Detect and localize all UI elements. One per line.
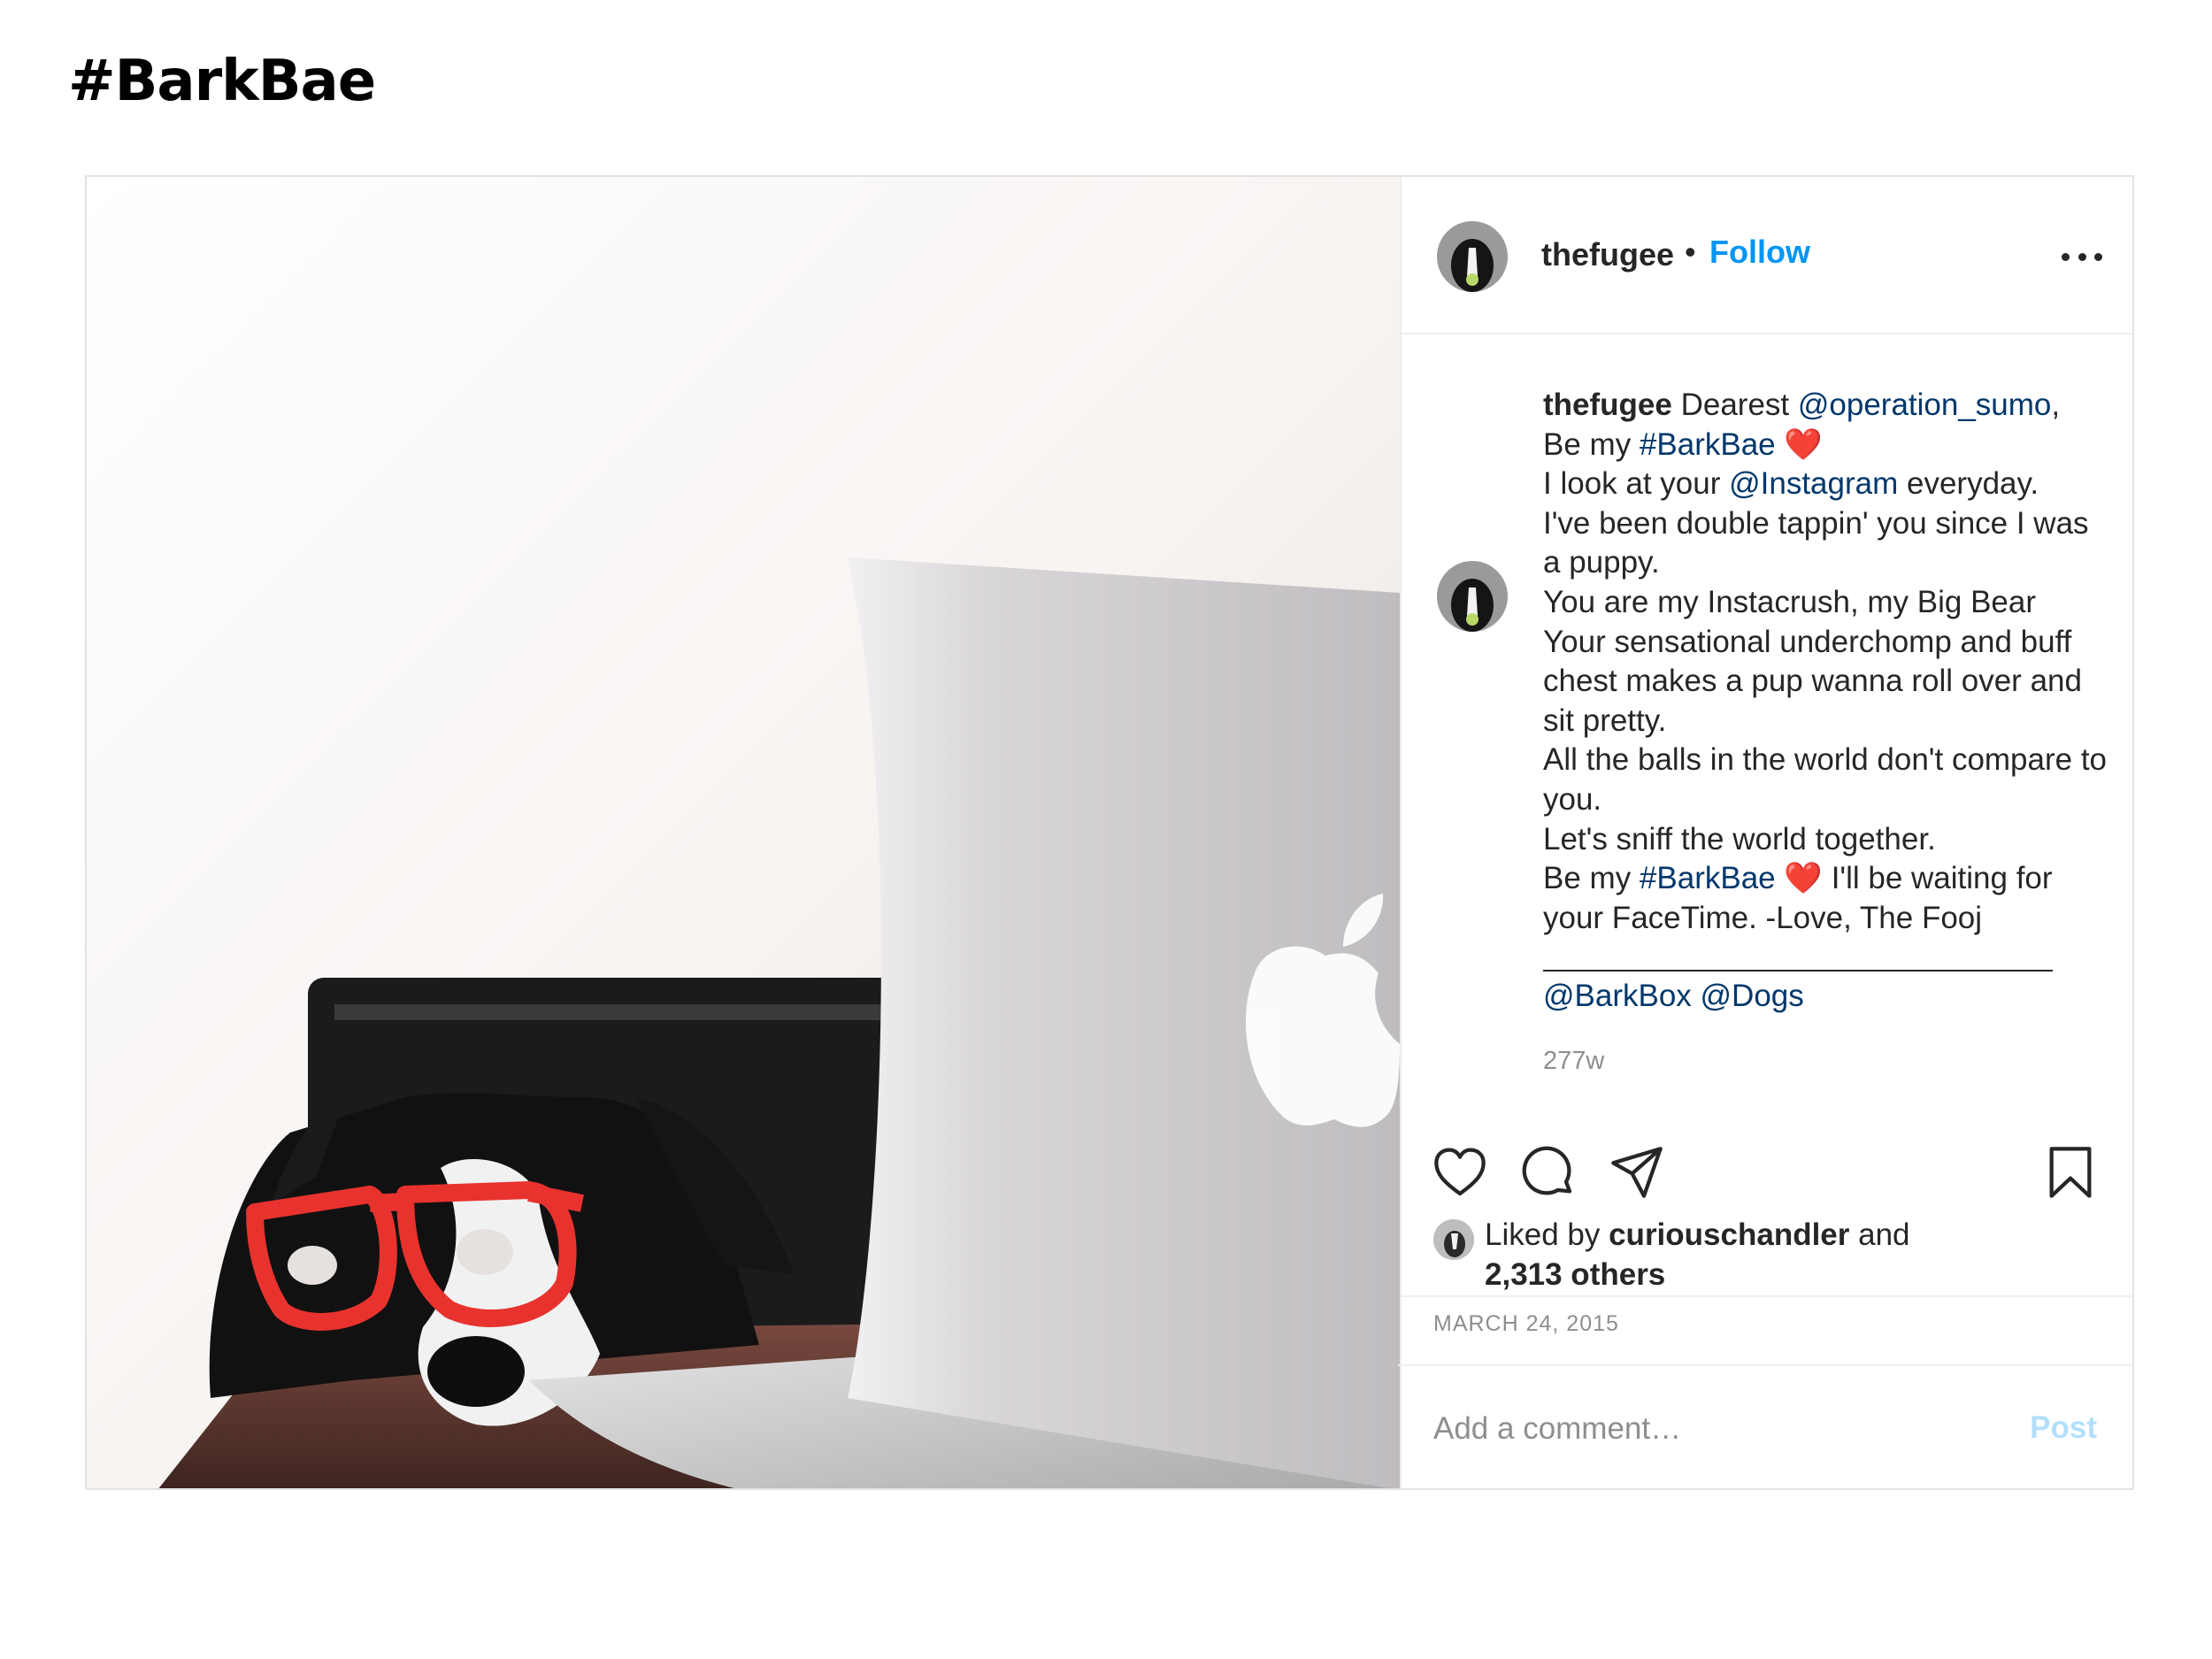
follow-button[interactable]: Follow (1709, 234, 1810, 271)
liker-avatar-icon (1433, 1219, 1474, 1260)
paper-plane-icon[interactable] (1609, 1144, 1665, 1201)
post-comment-button[interactable]: Post (2030, 1410, 2097, 1446)
liked-by-text: Liked by curiouschandler and (1485, 1217, 1910, 1253)
comment-bubble-icon[interactable] (1520, 1144, 1577, 1201)
mention-link[interactable]: @operation_sumo (1798, 388, 2052, 422)
user-avatar[interactable] (1437, 221, 1508, 292)
post-date[interactable]: MARCH 24, 2015 (1433, 1311, 1619, 1337)
comment-box: Post (1398, 1368, 2132, 1488)
dog-avatar-icon (1437, 561, 1508, 632)
liker-avatar[interactable] (1433, 1219, 1474, 1260)
caption-text: I look at your (1543, 466, 1721, 502)
post-header: thefugee • Follow (1402, 177, 2132, 334)
liked-by-user[interactable]: curiouschandler (1609, 1217, 1849, 1252)
more-dot (2078, 252, 2086, 261)
caption-text: Dearest (1671, 388, 1798, 422)
header-separator: • (1685, 234, 1696, 270)
hashtag-link[interactable]: #BarkBae (1640, 861, 1776, 895)
post-photo[interactable] (87, 177, 1400, 1488)
heart-emoji-icon: ❤️ (1784, 426, 1823, 462)
more-dot (2062, 252, 2070, 261)
heart-icon[interactable] (1432, 1144, 1488, 1201)
page-title: #BarkBae (68, 49, 376, 114)
bookmark-icon[interactable] (2042, 1144, 2099, 1201)
comment-input[interactable] (1433, 1407, 1982, 1451)
heart-emoji-icon: ❤️ (1784, 861, 1823, 896)
caption-username[interactable]: thefugee (1543, 388, 1672, 422)
caption-avatar[interactable] (1437, 561, 1508, 632)
caption-text: everyday. I've been double tappin' you s… (1543, 466, 2108, 896)
more-options-icon[interactable] (2062, 248, 2102, 265)
more-dot (2094, 252, 2102, 261)
post-caption: thefugee Dearest @operation_sumo, Be my … (1543, 386, 2109, 938)
likes-count[interactable]: 2,313 others (1485, 1257, 1665, 1293)
hashtag-link[interactable]: #BarkBae (1640, 427, 1776, 462)
header-username[interactable]: thefugee (1541, 236, 1674, 273)
dog-laptop-image (87, 177, 1400, 1488)
mention-link[interactable]: @Instagram (1729, 466, 1898, 501)
liked-by-suffix: and (1849, 1217, 1910, 1252)
liked-by-prefix: Liked by (1485, 1217, 1609, 1252)
post-actions: Liked by curiouschandler and 2,313 other… (1398, 1120, 2132, 1366)
dog-avatar-icon (1437, 221, 1508, 292)
